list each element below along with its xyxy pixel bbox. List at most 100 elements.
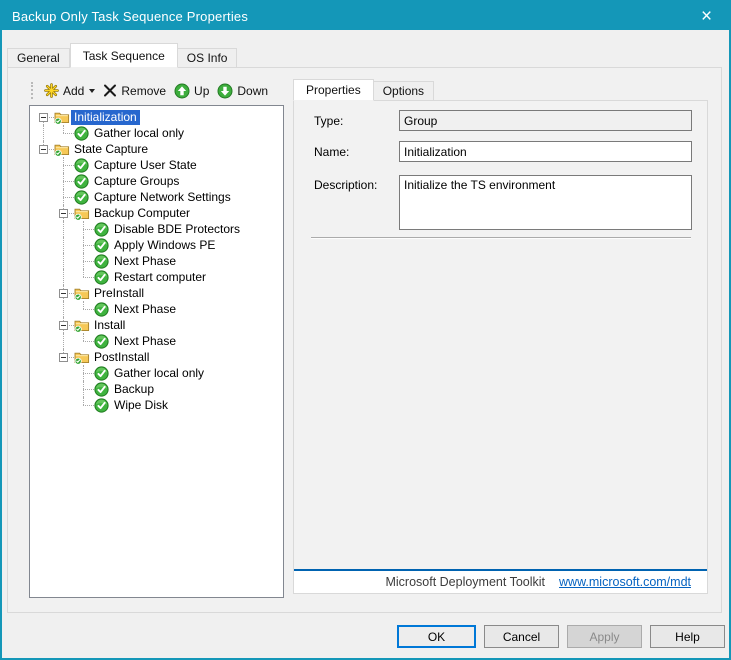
close-icon: × xyxy=(701,7,712,26)
tab-os-info[interactable]: OS Info xyxy=(178,48,238,68)
tree-item-label: Next Phase xyxy=(111,254,179,269)
tree-item[interactable]: Backup Computer xyxy=(34,205,283,221)
up-arrow-circle-icon xyxy=(174,83,190,99)
tree-indent xyxy=(54,221,74,237)
tree-indent xyxy=(54,381,74,397)
tree-item[interactable]: Restart computer xyxy=(34,269,283,285)
tree-connector xyxy=(74,221,94,237)
tree-toolbar: Add Remove Up xyxy=(29,78,284,103)
tree-indent xyxy=(54,333,74,349)
close-button[interactable]: × xyxy=(684,2,729,30)
tree-item[interactable]: Disable BDE Protectors xyxy=(34,221,283,237)
description-label: Description: xyxy=(314,178,377,192)
tree-indent xyxy=(34,301,54,317)
task-sequence-tab-page: Add Remove Up xyxy=(7,67,722,613)
tree-item[interactable]: Capture Groups xyxy=(34,173,283,189)
tree-connector xyxy=(74,397,94,413)
step-check-icon xyxy=(94,333,111,349)
collapse-toggle-icon[interactable] xyxy=(59,209,68,218)
help-button[interactable]: Help xyxy=(650,625,725,648)
tree-item-label: Initialization xyxy=(71,110,140,125)
tree-item-label: Gather local only xyxy=(91,126,187,141)
dialog-button-row: OK Cancel Apply Help xyxy=(397,625,725,648)
tree-item[interactable]: Apply Windows PE xyxy=(34,237,283,253)
tree-indent xyxy=(34,189,54,205)
tree-item[interactable]: PostInstall xyxy=(34,349,283,365)
tree-indent xyxy=(54,237,74,253)
tree-item[interactable]: Capture Network Settings xyxy=(34,189,283,205)
tree-item-label: Next Phase xyxy=(111,302,179,317)
up-button[interactable]: Up xyxy=(170,81,213,101)
remove-button-label: Remove xyxy=(121,84,166,98)
tree-connector xyxy=(74,237,94,253)
step-check-icon xyxy=(94,253,111,269)
tree-connector xyxy=(74,333,94,349)
step-check-icon xyxy=(94,301,111,317)
tree-item-label: PostInstall xyxy=(91,350,152,365)
group-folder-icon xyxy=(54,141,71,157)
collapse-toggle-icon[interactable] xyxy=(59,321,68,330)
tree-indent xyxy=(34,349,54,365)
toolbar-grip-handle[interactable] xyxy=(31,82,34,99)
step-check-icon xyxy=(94,381,111,397)
collapse-toggle-icon[interactable] xyxy=(39,113,48,122)
add-button-label: Add xyxy=(63,84,84,98)
tree-item[interactable]: Wipe Disk xyxy=(34,397,283,413)
tab-task-sequence[interactable]: Task Sequence xyxy=(70,43,178,68)
description-field[interactable]: Initialize the TS environment xyxy=(399,175,692,230)
tree-item[interactable]: Initialization xyxy=(34,109,283,125)
tree-connector xyxy=(74,269,94,285)
tree-item[interactable]: Capture User State xyxy=(34,157,283,173)
step-check-icon xyxy=(94,269,111,285)
tree-connector xyxy=(54,205,74,221)
field-separator xyxy=(311,237,691,239)
collapse-toggle-icon[interactable] xyxy=(59,353,68,362)
tree-indent xyxy=(34,285,54,301)
tree-item-label: Disable BDE Protectors xyxy=(111,222,243,237)
down-button[interactable]: Down xyxy=(213,81,272,101)
tree-item[interactable]: Next Phase xyxy=(34,301,283,317)
group-folder-icon xyxy=(74,349,91,365)
tree-item-label: Backup xyxy=(111,382,157,397)
group-folder-icon xyxy=(74,285,91,301)
tab-general[interactable]: General xyxy=(7,48,70,68)
tree-indent xyxy=(34,237,54,253)
tree-item-label: Capture Groups xyxy=(91,174,182,189)
tree-connector xyxy=(54,125,74,141)
tree-indent xyxy=(34,205,54,221)
tree-indent xyxy=(34,333,54,349)
cancel-button[interactable]: Cancel xyxy=(484,625,559,648)
tree-item[interactable]: Gather local only xyxy=(34,365,283,381)
tree-item[interactable]: Install xyxy=(34,317,283,333)
apply-button: Apply xyxy=(567,625,642,648)
tree-item[interactable]: PreInstall xyxy=(34,285,283,301)
tree-item[interactable]: Gather local only xyxy=(34,125,283,141)
collapse-toggle-icon[interactable] xyxy=(39,145,48,154)
tree-item[interactable]: Backup xyxy=(34,381,283,397)
properties-panel: Type: Name: Description: Initialize the … xyxy=(293,100,708,594)
task-sequence-tree[interactable]: InitializationGather local onlyState Cap… xyxy=(29,105,284,598)
tree-item-label: Capture User State xyxy=(91,158,200,173)
tab-properties[interactable]: Properties xyxy=(293,79,374,101)
tree-item[interactable]: Next Phase xyxy=(34,253,283,269)
tree-item-label: Gather local only xyxy=(111,366,207,381)
tree-item[interactable]: State Capture xyxy=(34,141,283,157)
tree-connector xyxy=(34,141,54,157)
tree-connector xyxy=(54,157,74,173)
step-check-icon xyxy=(94,397,111,413)
tree-connector xyxy=(54,285,74,301)
add-star-icon xyxy=(44,83,59,98)
down-button-label: Down xyxy=(237,84,268,98)
mdt-link[interactable]: www.microsoft.com/mdt xyxy=(559,575,691,589)
ok-button[interactable]: OK xyxy=(397,625,476,648)
tab-options[interactable]: Options xyxy=(374,81,434,101)
remove-button[interactable]: Remove xyxy=(99,82,170,100)
collapse-toggle-icon[interactable] xyxy=(59,289,68,298)
type-field[interactable] xyxy=(399,110,692,131)
tree-item-label: Apply Windows PE xyxy=(111,238,218,253)
name-field[interactable] xyxy=(399,141,692,162)
tree-item[interactable]: Next Phase xyxy=(34,333,283,349)
add-button[interactable]: Add xyxy=(40,81,99,100)
group-folder-icon xyxy=(54,109,71,125)
detail-tab-bar: Properties Options xyxy=(293,79,434,101)
